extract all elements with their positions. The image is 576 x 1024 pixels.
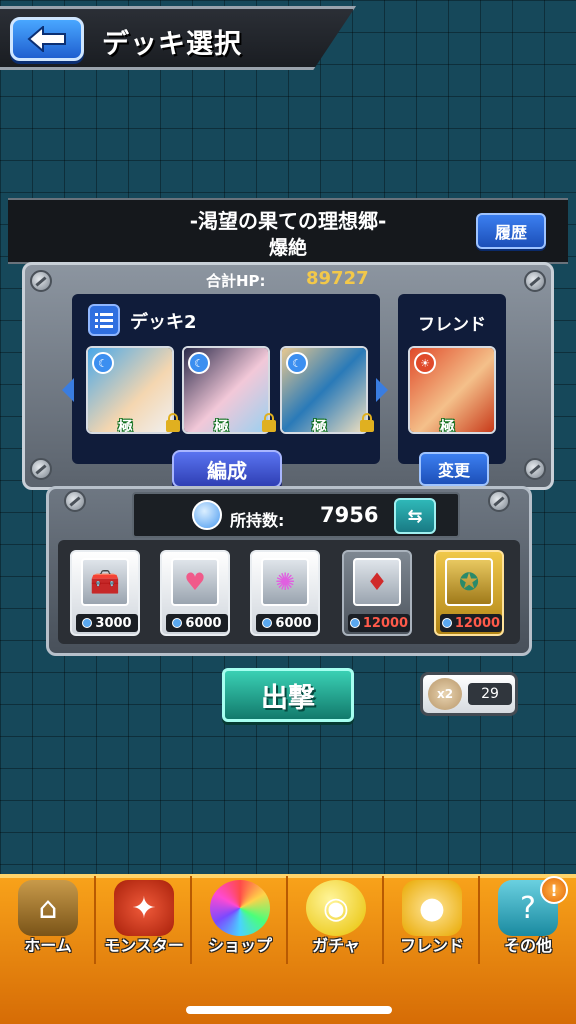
- total-hp-value: 89727: [306, 268, 369, 289]
- swap-icon: ⇆: [407, 505, 423, 527]
- friend-balloon-icon: ●: [402, 880, 462, 936]
- water-element-icon: ☾: [286, 352, 308, 374]
- item-slot-2[interactable]: ♥ 6000: [160, 550, 230, 636]
- change-friend-button[interactable]: 変更: [419, 452, 489, 486]
- rank-badge: 極: [440, 418, 456, 434]
- lock-icon: [166, 413, 180, 432]
- nav-friend[interactable]: ● フレンド: [384, 876, 480, 964]
- friend-monster-slot[interactable]: ☀ 極: [408, 346, 496, 434]
- bolt-icon: [524, 458, 546, 480]
- bolt-icon: [524, 270, 546, 292]
- nav-home[interactable]: ⌂ ホーム: [0, 876, 96, 964]
- gem-icon: [172, 618, 183, 628]
- sortie-button[interactable]: 出撃: [222, 668, 354, 722]
- back-button[interactable]: [10, 17, 84, 61]
- monster-slot-2[interactable]: ☾ 極: [182, 346, 270, 434]
- water-element-icon: ☾: [92, 352, 114, 374]
- item-cost-value: 6000: [185, 615, 222, 631]
- sortie-label: 出撃: [261, 682, 315, 714]
- item-cost-value: 6000: [275, 615, 312, 631]
- home-indicator[interactable]: [186, 1006, 392, 1014]
- nav-label: ショップ: [207, 936, 272, 955]
- item-cost: 12000: [348, 614, 410, 632]
- nav-monster[interactable]: ✦ モンスター: [96, 876, 192, 964]
- deck-list-icon[interactable]: [88, 304, 120, 336]
- compass-medal-icon: ✪: [445, 558, 493, 606]
- bolt-icon: [30, 458, 52, 480]
- gem-icon: [82, 618, 93, 628]
- item-cost: 6000: [166, 614, 228, 632]
- rank-badge: 極: [118, 418, 134, 434]
- owned-count: 7956: [320, 503, 379, 527]
- swap-button[interactable]: ⇆: [394, 498, 436, 534]
- gacha-egg-icon: ◉: [306, 880, 366, 936]
- nav-shop[interactable]: ショップ: [192, 876, 288, 964]
- history-button[interactable]: 履歴: [476, 213, 546, 249]
- notification-badge: !: [540, 876, 568, 904]
- home-icon: ⌂: [18, 880, 78, 936]
- item-cost: 12000: [440, 614, 502, 632]
- page-title: デッキ選択: [102, 29, 242, 60]
- red-gem-icon: ♦: [353, 558, 401, 606]
- fire-element-icon: ☀: [414, 352, 436, 374]
- rank-badge: 極: [214, 418, 230, 434]
- nav-label: ホーム: [24, 936, 72, 955]
- nav-label: モンスター: [104, 936, 184, 955]
- nav-gacha[interactable]: ◉ ガチャ: [288, 876, 384, 964]
- monster-slot-1[interactable]: ☾ 極: [86, 346, 174, 434]
- gem-icon: [441, 618, 452, 628]
- bolt-icon: [30, 270, 52, 292]
- bolt-icon: [64, 490, 86, 512]
- heart-plus-icon: ♥: [171, 558, 219, 606]
- item-slot-4[interactable]: ♦ 12000: [342, 550, 412, 636]
- bonus-multiplier-icon: x2: [428, 678, 462, 710]
- item-slot-5[interactable]: ✪ 12000: [434, 550, 504, 636]
- item-cost-value: 12000: [362, 615, 409, 631]
- deck-name: デッキ2: [130, 312, 197, 333]
- total-hp-label: 合計HP:: [206, 272, 266, 290]
- water-element-icon: ☾: [188, 352, 210, 374]
- nav-label: その他: [503, 936, 552, 955]
- item-slot-1[interactable]: 🧰 3000: [70, 550, 140, 636]
- nav-label: フレンド: [399, 936, 464, 955]
- rank-badge: 極: [312, 418, 328, 434]
- nav-label: ガチャ: [312, 936, 360, 955]
- back-arrow-icon: [27, 26, 66, 52]
- item-cost: 6000: [256, 614, 318, 632]
- gem-icon: [192, 500, 222, 530]
- lock-icon: [360, 413, 374, 432]
- edit-deck-button[interactable]: 編成: [172, 450, 282, 488]
- item-cost-value: 12000: [454, 615, 501, 631]
- gem-icon: [349, 618, 360, 628]
- monster-slot-3[interactable]: ☾ 極: [280, 346, 368, 434]
- treasure-chest-icon: 🧰: [81, 558, 129, 606]
- prev-deck-arrow-icon[interactable]: [62, 378, 74, 402]
- bolt-icon: [488, 490, 510, 512]
- sparkle-orb-icon: ✺: [261, 558, 309, 606]
- gem-icon: [262, 618, 273, 628]
- shop-orb-icon: [210, 880, 270, 936]
- item-slot-3[interactable]: ✺ 6000: [250, 550, 320, 636]
- friend-label: フレンド: [418, 315, 486, 335]
- item-cost-value: 3000: [95, 615, 132, 631]
- next-deck-arrow-icon[interactable]: [376, 378, 388, 402]
- lock-icon: [262, 413, 276, 432]
- owned-label: 所持数:: [230, 511, 285, 530]
- item-cost: 3000: [76, 614, 138, 632]
- bonus-count: 29: [468, 683, 512, 705]
- monster-icon: ✦: [114, 880, 174, 936]
